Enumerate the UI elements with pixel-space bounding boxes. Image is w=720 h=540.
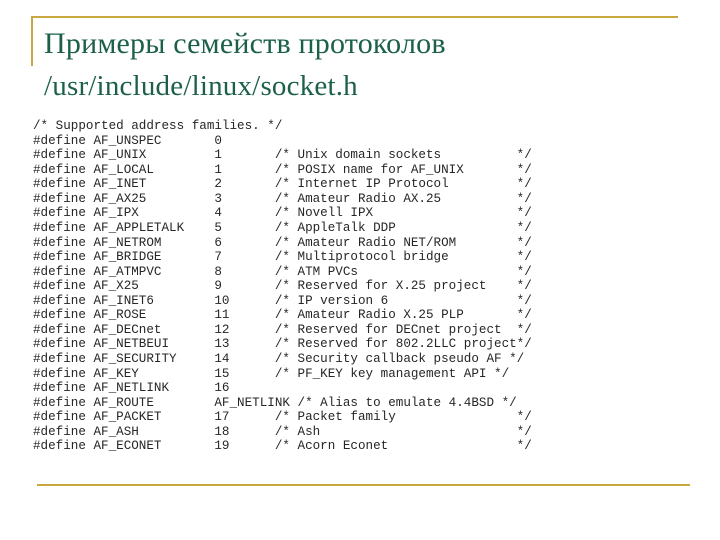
code-line: #define AF_INET6 10 /* IP version 6 */ bbox=[33, 293, 532, 308]
code-line: #define AF_X25 9 /* Reserved for X.25 pr… bbox=[33, 279, 532, 294]
code-line: #define AF_ASH 18 /* Ash */ bbox=[33, 424, 532, 439]
code-line: #define AF_KEY 15 /* PF_KEY key manageme… bbox=[33, 366, 510, 381]
code-block: /* Supported address families. */#define… bbox=[33, 119, 693, 454]
code-line: #define AF_BRIDGE 7 /* Multiprotocol bri… bbox=[33, 250, 532, 265]
code-line: #define AF_UNSPEC 0 bbox=[33, 133, 222, 148]
header-rule-top bbox=[31, 16, 678, 18]
code-line: #define AF_LOCAL 1 /* POSIX name for AF_… bbox=[33, 162, 532, 177]
code-line: #define AF_NETLINK 16 bbox=[33, 381, 230, 396]
slide-title: Примеры семейств протоколов bbox=[44, 27, 446, 60]
slide: Примеры семейств протоколов /usr/include… bbox=[0, 0, 720, 540]
code-line: #define AF_ROSE 11 /* Amateur Radio X.25… bbox=[33, 308, 532, 323]
code-line: #define AF_UNIX 1 /* Unix domain sockets… bbox=[33, 148, 532, 163]
title-block: Примеры семейств протоколов /usr/include… bbox=[44, 22, 684, 108]
code-line: #define AF_ROUTE AF_NETLINK /* Alias to … bbox=[33, 395, 517, 410]
header-rule-left bbox=[31, 16, 33, 66]
code-line: #define AF_NETROM 6 /* Amateur Radio NET… bbox=[33, 235, 532, 250]
code-line: #define AF_IPX 4 /* Novell IPX */ bbox=[33, 206, 532, 221]
code-line: #define AF_AX25 3 /* Amateur Radio AX.25… bbox=[33, 191, 532, 206]
code-line: #define AF_SECURITY 14 /* Security callb… bbox=[33, 352, 525, 366]
code-line: #define AF_DECnet 12 /* Reserved for DEC… bbox=[33, 322, 532, 337]
code-line: #define AF_APPLETALK 5 /* AppleTalk DDP … bbox=[33, 220, 532, 235]
code-line: #define AF_NETBEUI 13 /* Reserved for 80… bbox=[33, 337, 532, 352]
code-line: #define AF_INET 2 /* Internet IP Protoco… bbox=[33, 177, 532, 192]
code-line: #define AF_ECONET 19 /* Acorn Econet */ bbox=[33, 439, 532, 454]
slide-subtitle: /usr/include/linux/socket.h bbox=[44, 70, 358, 102]
code-line: #define AF_PACKET 17 /* Packet family */ bbox=[33, 410, 532, 425]
footer-rule bbox=[37, 484, 690, 486]
code-line: #define AF_ATMPVC 8 /* ATM PVCs */ bbox=[33, 264, 532, 279]
code-line: /* Supported address families. */ bbox=[33, 119, 283, 133]
